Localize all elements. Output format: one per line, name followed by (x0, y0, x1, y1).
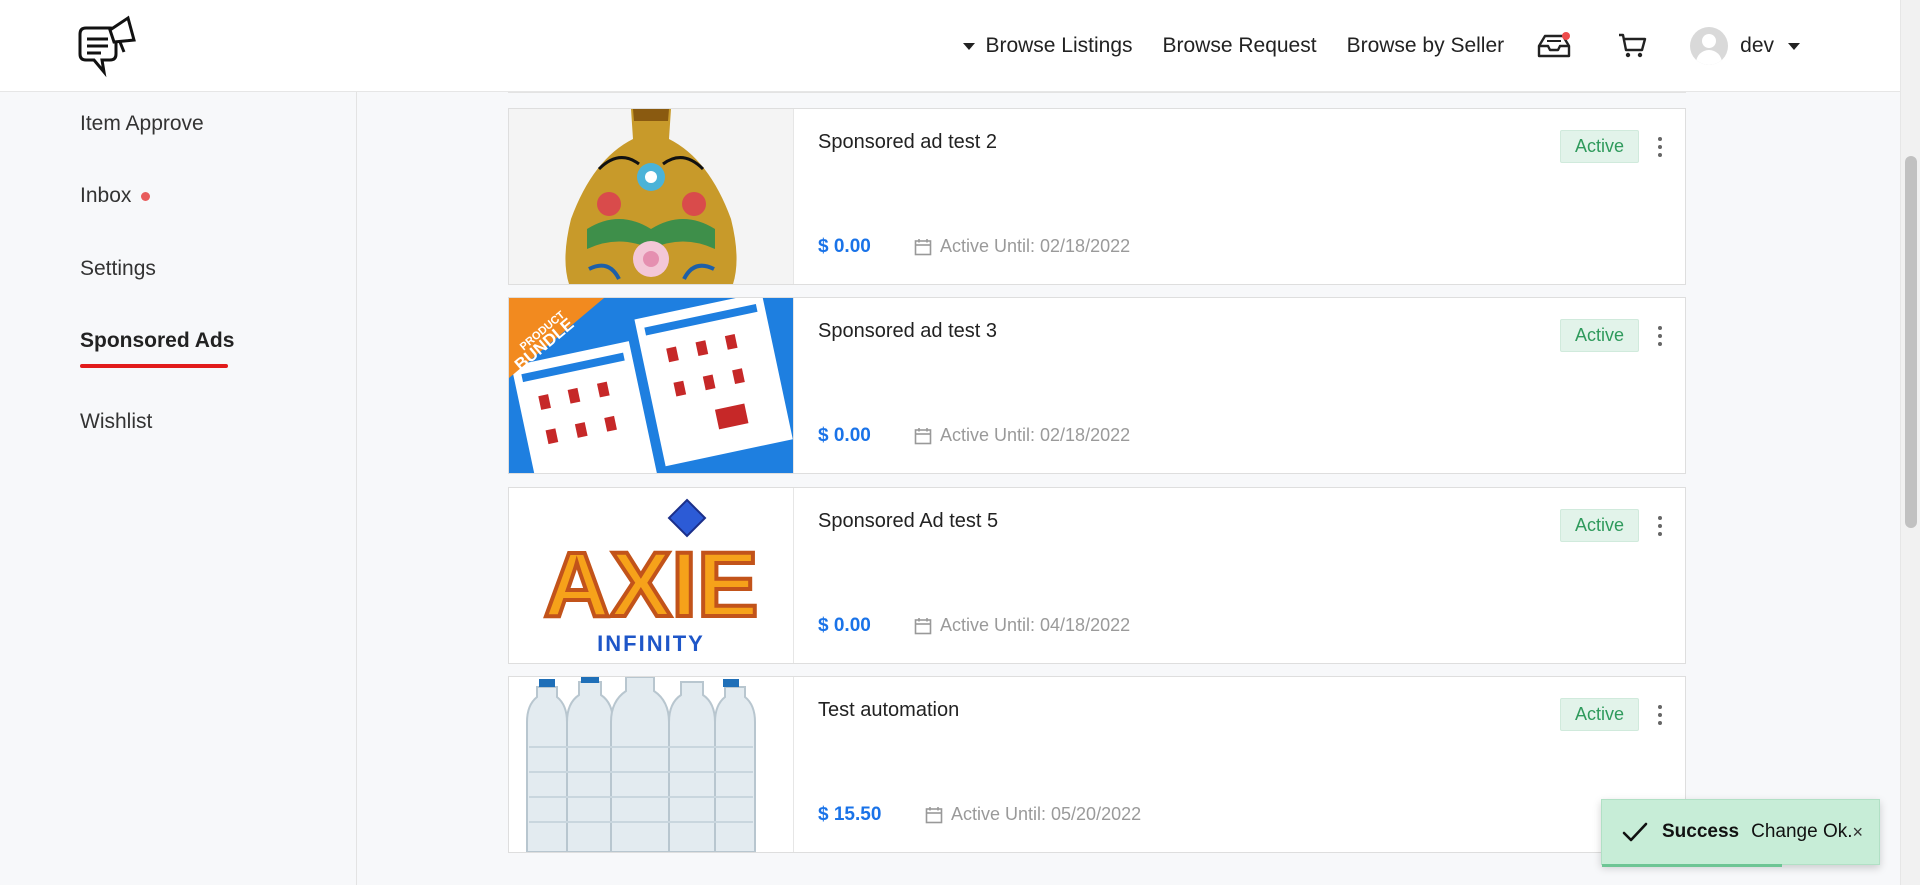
user-menu[interactable]: dev (1690, 27, 1810, 65)
chevron-down-icon (1788, 42, 1800, 50)
cart-icon[interactable] (1612, 26, 1652, 66)
more-options-icon[interactable] (1657, 516, 1663, 536)
ad-price: $ 15.50 (818, 804, 882, 825)
more-options-icon[interactable] (1657, 326, 1663, 346)
status-badge: Active (1559, 509, 1639, 542)
ad-card[interactable]: Sponsored ad test 2 $ 0.00 Active Until:… (508, 108, 1686, 285)
status-badge: Active (1559, 319, 1639, 352)
ad-thumbnail-vase[interactable] (509, 109, 794, 284)
avatar-icon (1690, 27, 1729, 65)
divider (508, 92, 1686, 93)
infinity-logo-text: INFINITY (597, 631, 705, 656)
browse-by-seller-link[interactable]: Browse by Seller (1347, 34, 1505, 58)
logo-megaphone-chat-icon[interactable] (74, 12, 140, 78)
inbox-tray-icon[interactable] (1534, 26, 1574, 66)
sidebar-item-label: Wishlist (80, 410, 153, 433)
sidebar-item-sponsored-ads[interactable]: Sponsored Ads (80, 329, 234, 353)
sidebar-item-label: Settings (80, 257, 156, 280)
ad-thumbnail-water-bottles[interactable] (509, 677, 794, 852)
user-name: dev (1740, 34, 1774, 57)
ad-title[interactable]: Sponsored ad test 2 (818, 131, 997, 154)
active-item-underline (80, 364, 228, 368)
browse-listings-link[interactable]: Browse Listings (963, 34, 1133, 58)
top-header: Browse Listings Browse Request Browse by… (0, 0, 1900, 92)
more-options-icon[interactable] (1657, 705, 1663, 725)
scrollbar-thumb[interactable] (1905, 156, 1917, 528)
axie-logo-text: AXIE (544, 534, 759, 636)
sidebar-item-label: Sponsored Ads (80, 329, 235, 352)
ad-thumbnail-product-bundle[interactable]: PRODUCT BUNDLE (509, 298, 794, 473)
status-badge: Active (1559, 698, 1639, 731)
ad-card[interactable]: AXIE INFINITY Sponsored Ad test 5 $ 0.00… (508, 487, 1686, 664)
sidebar-item-item-approve[interactable]: Item Approve (80, 112, 204, 136)
active-until-text: Active Until: 02/18/2022 (940, 425, 1131, 445)
toast-title: Success (1662, 821, 1740, 842)
ad-card[interactable]: PRODUCT BUNDLE Sponsored ad test 3 $ 0.0… (508, 297, 1686, 474)
unread-dot (141, 191, 151, 201)
main-nav: Browse Listings Browse Request Browse by… (963, 0, 1810, 92)
page-scrollbar[interactable] (1900, 0, 1920, 885)
ad-thumbnail-axie-infinity[interactable]: AXIE INFINITY (509, 488, 794, 663)
more-options-icon[interactable] (1657, 137, 1663, 157)
ad-active-until: Active Until: 05/20/2022 (925, 804, 1141, 825)
success-toast: Success Change Ok. × (1601, 799, 1880, 867)
ad-card[interactable]: Test automation $ 15.50 Active Until: 05… (508, 676, 1686, 853)
check-icon (1622, 822, 1648, 842)
active-until-text: Active Until: 05/20/2022 (951, 804, 1142, 824)
browse-request-link[interactable]: Browse Request (1163, 34, 1317, 58)
sidebar-item-settings[interactable]: Settings (80, 257, 156, 281)
account-sidebar: Item Approve Inbox Settings Sponsored Ad… (0, 92, 357, 885)
sidebar-item-label: Item Approve (80, 112, 204, 135)
ad-price: $ 0.00 (818, 615, 871, 636)
ad-active-until: Active Until: 02/18/2022 (914, 425, 1130, 446)
sidebar-item-inbox[interactable]: Inbox (80, 184, 151, 208)
sponsored-ads-list: Sponsored ad test 2 $ 0.00 Active Until:… (358, 92, 1900, 885)
close-icon[interactable]: × (1852, 822, 1863, 843)
ad-title[interactable]: Sponsored ad test 3 (818, 320, 997, 343)
active-until-text: Active Until: 02/18/2022 (940, 236, 1131, 256)
ad-price: $ 0.00 (818, 425, 871, 446)
ad-active-until: Active Until: 04/18/2022 (914, 615, 1130, 636)
active-until-text: Active Until: 04/18/2022 (940, 615, 1131, 635)
ad-price: $ 0.00 (818, 236, 871, 257)
ad-title[interactable]: Test automation (818, 699, 959, 722)
calendar-icon (914, 238, 932, 255)
calendar-icon (925, 806, 943, 823)
browse-listings-label: Browse Listings (985, 34, 1133, 57)
status-badge: Active (1559, 130, 1639, 163)
calendar-icon (914, 617, 932, 634)
sidebar-item-wishlist[interactable]: Wishlist (80, 410, 152, 434)
ad-active-until: Active Until: 02/18/2022 (914, 236, 1130, 257)
caret-down-icon (963, 42, 976, 50)
ad-title[interactable]: Sponsored Ad test 5 (818, 510, 998, 533)
toast-progress-bar (1602, 864, 1782, 867)
calendar-icon (914, 427, 932, 444)
toast-message: Change Ok. (1751, 821, 1853, 842)
sidebar-item-label: Inbox (80, 184, 132, 207)
